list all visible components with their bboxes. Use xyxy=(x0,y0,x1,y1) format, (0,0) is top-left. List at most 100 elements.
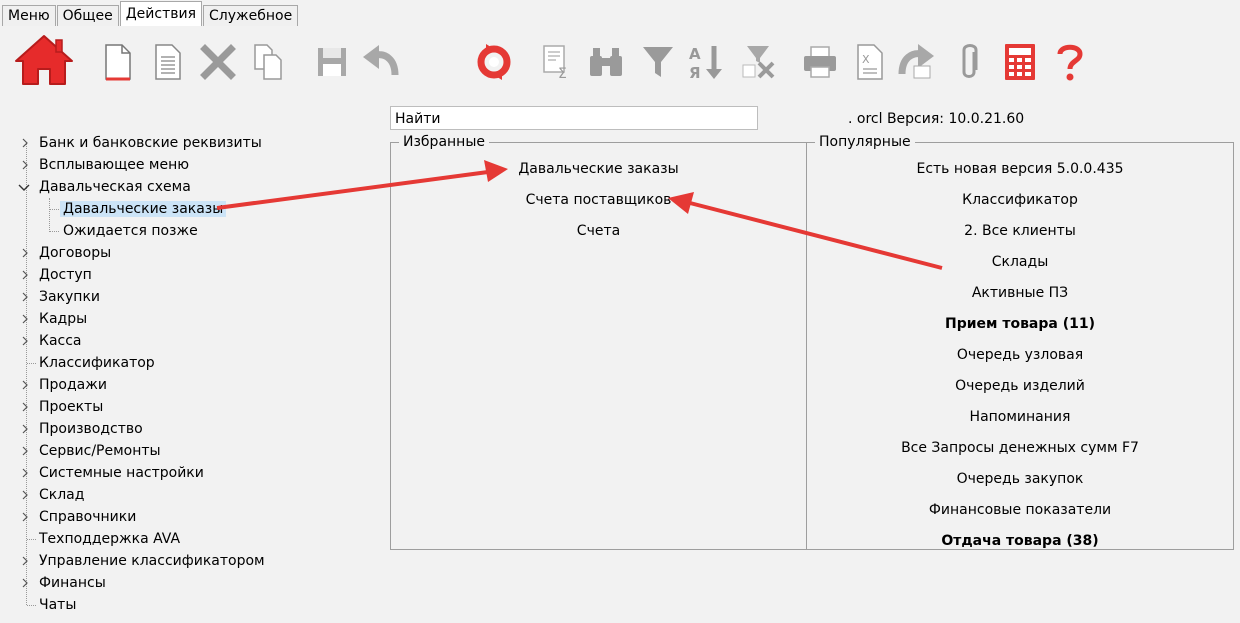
refresh-icon[interactable] xyxy=(472,38,516,86)
new-document-icon[interactable] xyxy=(96,38,140,86)
tree-item-classifier[interactable]: Классификатор xyxy=(20,352,155,374)
tree-item-references[interactable]: Справочники xyxy=(20,506,136,528)
sum-icon[interactable]: Σ xyxy=(536,38,580,86)
tree-item-bank[interactable]: Банк и банковские реквизиты xyxy=(20,132,262,154)
search-input[interactable] xyxy=(390,106,758,130)
tree-item-label: Давальческие заказы xyxy=(60,201,227,217)
help-icon[interactable] xyxy=(1048,38,1092,86)
popular-item[interactable]: Классификатор xyxy=(807,190,1233,210)
chevron-right-icon[interactable] xyxy=(20,506,30,528)
favorites-panel: Избранные Давальческие заказы Счета пост… xyxy=(390,133,807,550)
tree-item-label: Продажи xyxy=(39,377,107,393)
popular-item[interactable]: Активные ПЗ xyxy=(807,283,1233,303)
tree-item-label: Банк и банковские реквизиты xyxy=(39,135,262,151)
filter-icon[interactable] xyxy=(636,38,680,86)
favorite-item[interactable]: Счета xyxy=(391,221,806,241)
tree-item-system-settings[interactable]: Системные настройки xyxy=(20,462,204,484)
tree-item-tolling-scheme[interactable]: Давальческая схема xyxy=(18,176,191,198)
tree-item-hr[interactable]: Кадры xyxy=(20,308,87,330)
tree-item-tolling-orders[interactable]: Давальческие заказы xyxy=(60,198,227,220)
tree-item-cash[interactable]: Касса xyxy=(20,330,82,352)
popular-item[interactable]: Очередь узловая xyxy=(807,345,1233,365)
popular-title: Популярные xyxy=(815,133,915,151)
popular-item[interactable]: Отдача товара (38) xyxy=(807,531,1233,551)
tree-item-label: Давальческая схема xyxy=(39,179,191,195)
home-icon[interactable] xyxy=(14,32,74,88)
chevron-right-icon[interactable] xyxy=(20,242,30,264)
chevron-right-icon[interactable] xyxy=(20,132,30,154)
tree-item-access[interactable]: Доступ xyxy=(20,264,92,286)
tree-item-label: Касса xyxy=(39,333,82,349)
tree-item-sales[interactable]: Продажи xyxy=(20,374,107,396)
popular-item[interactable]: Финансовые показатели xyxy=(807,500,1233,520)
redo-icon[interactable] xyxy=(894,38,938,86)
popular-item[interactable]: Очередь изделий xyxy=(807,376,1233,396)
excel-export-icon[interactable]: X xyxy=(848,38,892,86)
popular-item[interactable]: Очередь закупок xyxy=(807,469,1233,489)
chevron-down-icon[interactable] xyxy=(18,176,30,198)
popular-item[interactable]: Склады xyxy=(807,252,1233,272)
tree-item-label: Финансы xyxy=(39,575,106,591)
tree-item-production[interactable]: Производство xyxy=(20,418,143,440)
chevron-right-icon[interactable] xyxy=(20,572,30,594)
chevron-right-icon[interactable] xyxy=(20,440,30,462)
popular-item[interactable]: Есть новая версия 5.0.0.435 xyxy=(807,159,1233,179)
tree-item-expected-later[interactable]: Ожидается позже xyxy=(63,220,198,242)
svg-text:X: X xyxy=(862,53,870,66)
version-label: . orcl Версия: 10.0.21.60 xyxy=(848,111,1025,127)
favorites-title: Избранные xyxy=(399,133,489,151)
tree-item-purchases[interactable]: Закупки xyxy=(20,286,100,308)
undo-icon[interactable] xyxy=(358,38,402,86)
chevron-right-icon[interactable] xyxy=(20,286,30,308)
sort-icon[interactable]: A Я xyxy=(684,38,728,86)
calculator-icon[interactable] xyxy=(998,38,1042,86)
navigation-tree: Банк и банковские реквизиты Всплывающее … xyxy=(0,132,390,623)
favorite-item[interactable]: Давальческие заказы xyxy=(391,159,806,179)
chevron-right-icon[interactable] xyxy=(20,418,30,440)
chevron-right-icon[interactable] xyxy=(20,330,30,352)
tree-item-label: Чаты xyxy=(39,597,77,613)
tree-item-support-ava[interactable]: Техподдержка AVA xyxy=(20,528,180,550)
tree-item-projects[interactable]: Проекты xyxy=(20,396,103,418)
popular-item[interactable]: 2. Все клиенты xyxy=(807,221,1233,241)
chevron-right-icon[interactable] xyxy=(20,154,30,176)
tree-item-label: Всплывающее меню xyxy=(39,157,190,173)
tree-item-chats[interactable]: Чаты xyxy=(20,594,76,616)
chevron-right-icon[interactable] xyxy=(20,396,30,418)
tree-item-label: Проекты xyxy=(39,399,104,415)
tab-actions[interactable]: Действия xyxy=(119,1,202,26)
chevron-right-icon[interactable] xyxy=(20,462,30,484)
popular-item[interactable]: Прием товара (11) xyxy=(807,314,1233,334)
save-icon[interactable] xyxy=(310,38,354,86)
chevron-right-icon[interactable] xyxy=(20,550,30,572)
tree-item-label: Договоры xyxy=(39,245,112,261)
svg-text:Я: Я xyxy=(689,64,701,81)
tree-item-label: Закупки xyxy=(39,289,101,305)
attach-icon[interactable] xyxy=(948,38,992,86)
tree-item-label: Кадры xyxy=(39,311,88,327)
popular-item[interactable]: Напоминания xyxy=(807,407,1233,427)
tab-service[interactable]: Служебное xyxy=(203,5,299,26)
copy-icon[interactable] xyxy=(246,38,290,86)
clear-filter-icon[interactable] xyxy=(736,38,780,86)
print-icon[interactable] xyxy=(798,38,842,86)
tab-bar: Меню Общее Действия Служебное xyxy=(0,0,299,26)
tree-item-finance[interactable]: Финансы xyxy=(20,572,106,594)
document-icon[interactable] xyxy=(146,38,190,86)
favorite-item[interactable]: Счета поставщиков xyxy=(391,190,806,210)
delete-icon[interactable] xyxy=(196,38,240,86)
tab-menu[interactable]: Меню xyxy=(2,5,56,26)
svg-text:A: A xyxy=(689,45,701,63)
binoculars-icon[interactable] xyxy=(584,38,628,86)
tree-item-service-repairs[interactable]: Сервис/Ремонты xyxy=(20,440,161,462)
tab-general[interactable]: Общее xyxy=(56,5,119,26)
chevron-right-icon[interactable] xyxy=(20,264,30,286)
chevron-right-icon[interactable] xyxy=(20,308,30,330)
tree-item-popup-menu[interactable]: Всплывающее меню xyxy=(20,154,189,176)
popular-item[interactable]: Все Запросы денежных сумм F7 xyxy=(807,438,1233,458)
chevron-right-icon[interactable] xyxy=(20,374,30,396)
tree-item-warehouse[interactable]: Склад xyxy=(20,484,84,506)
tree-item-classifier-management[interactable]: Управление классификатором xyxy=(20,550,265,572)
tree-item-contracts[interactable]: Договоры xyxy=(20,242,111,264)
chevron-right-icon[interactable] xyxy=(20,484,30,506)
